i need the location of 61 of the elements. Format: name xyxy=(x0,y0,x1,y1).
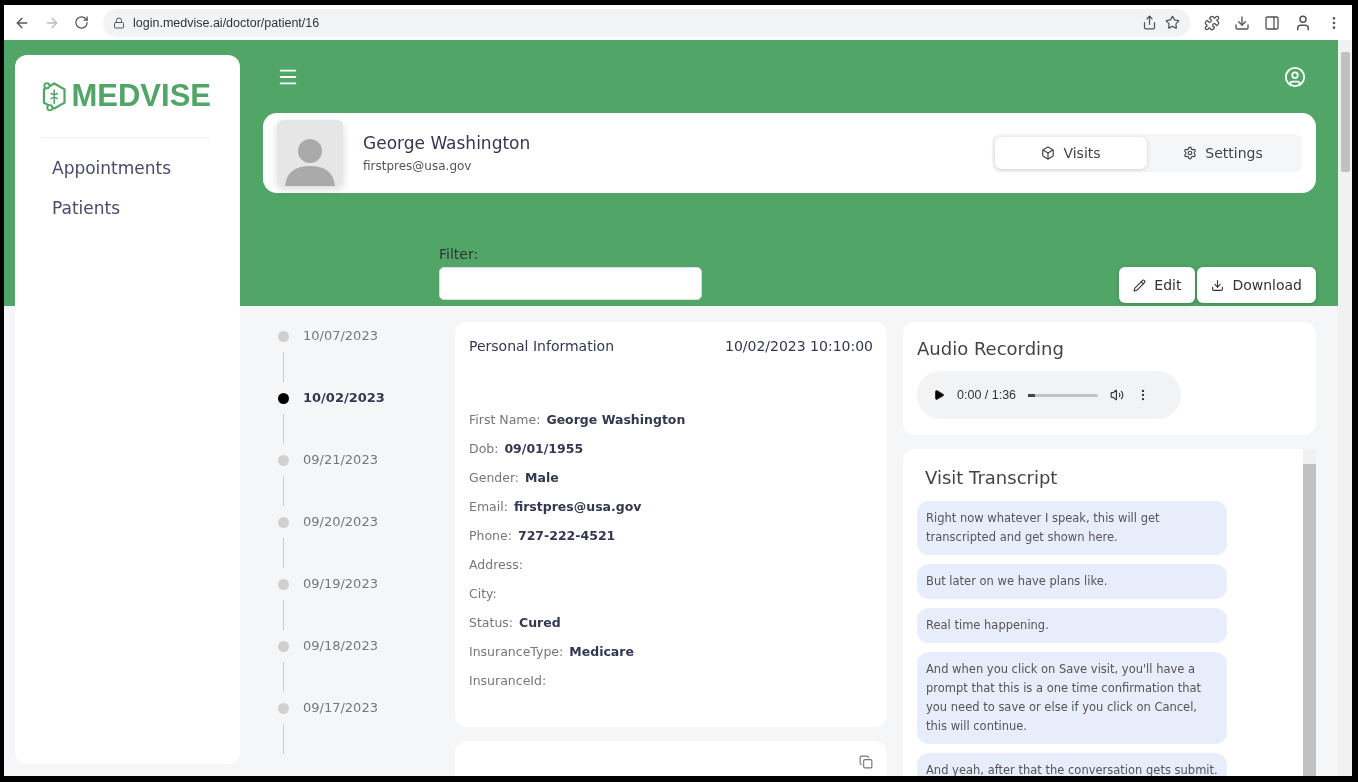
gear-icon xyxy=(1183,146,1198,160)
logo-text: MEDVISE xyxy=(71,78,211,114)
visit-timestamp: 10/02/2023 10:10:00 xyxy=(724,338,873,354)
info-field: City: xyxy=(469,586,873,604)
edit-button[interactable]: Edit xyxy=(1119,267,1196,303)
download-icon[interactable] xyxy=(1234,14,1250,31)
puzzle-icon[interactable] xyxy=(1204,14,1220,31)
reload-icon[interactable] xyxy=(74,15,89,30)
seek-track[interactable] xyxy=(1028,393,1099,397)
volume-icon[interactable] xyxy=(1110,388,1125,402)
info-field: Dob: 09/01/1955 xyxy=(469,441,873,459)
timeline-date[interactable]: 10/07/2023 xyxy=(303,328,378,343)
tab[interactable]: Settings xyxy=(1147,137,1299,169)
account-icon[interactable] xyxy=(1284,65,1306,88)
info-field: Phone: 727-222-4521 xyxy=(469,528,873,546)
pencil-icon xyxy=(1133,278,1147,292)
card-title: Visit Transcript xyxy=(925,467,1059,488)
transcript-message: But later on we have plans like. xyxy=(917,564,1227,599)
filter-label: Filter: xyxy=(439,246,480,262)
audio-player[interactable]: 0:00 / 1:36 xyxy=(917,371,1181,419)
timeline-date[interactable]: 10/02/2023 xyxy=(303,390,385,405)
url-text: login.medvise.ai/doctor/patient/16 xyxy=(133,15,320,30)
scrollbar-thumb[interactable] xyxy=(1340,52,1350,172)
tab[interactable]: Visits xyxy=(995,137,1147,169)
timeline-date[interactable]: 09/17/2023 xyxy=(303,700,378,715)
share-icon[interactable] xyxy=(1142,15,1157,30)
nav-link[interactable]: Appointments xyxy=(52,158,240,178)
avatar-placeholder xyxy=(277,120,343,186)
info-field: Email: firstpres@usa.gov xyxy=(469,499,873,517)
card-title: Audio Recording xyxy=(917,338,1065,359)
timeline-date[interactable]: 09/21/2023 xyxy=(303,452,378,467)
info-field: InsuranceType: Medicare xyxy=(469,644,873,662)
info-field: Address: xyxy=(469,557,873,575)
timeline-date[interactable]: 09/20/2023 xyxy=(303,514,378,529)
audio-time: 0:00 / 1:36 xyxy=(957,388,1017,402)
scrollbar-thumb[interactable] xyxy=(1303,464,1316,776)
info-field: Gender: Male xyxy=(469,470,873,488)
nav-link[interactable]: Patients xyxy=(52,198,240,218)
lock-icon xyxy=(113,16,125,29)
timeline-date[interactable]: 09/18/2023 xyxy=(303,638,378,653)
transcript-message: And when you click on Save visit, you'll have a prompt that this is a one time confirmation that you need to save or else if you click on Cancel, this will continue. xyxy=(917,652,1227,744)
address-bar[interactable]: login.medvise.ai/doctor/patient/16 xyxy=(103,8,1190,37)
cube-icon xyxy=(1041,146,1056,160)
filter-field[interactable] xyxy=(439,267,702,300)
download-icon xyxy=(1211,278,1225,292)
transcript-message: Right now whatever I speak, this will get transcripted and get shown here. xyxy=(917,501,1227,555)
side-panel-icon[interactable] xyxy=(1264,14,1280,31)
play-icon[interactable] xyxy=(933,389,945,401)
patient-name: George Washington xyxy=(363,133,531,153)
profile-icon[interactable] xyxy=(1294,13,1312,32)
timeline-date[interactable]: 09/19/2023 xyxy=(303,576,378,591)
patient-email: firstpres@usa.gov xyxy=(363,159,473,173)
star-icon[interactable] xyxy=(1165,15,1180,30)
transcript-message: Real time happening. xyxy=(917,608,1227,643)
info-field: InsuranceId: xyxy=(469,673,873,691)
card-title: Personal Information xyxy=(469,338,614,354)
info-field: Status: Cured xyxy=(469,615,873,633)
download-button[interactable]: Download xyxy=(1197,267,1316,303)
transcript-message: And yeah, after that the conversation gets submit. xyxy=(917,753,1227,776)
info-field: First Name: George Washington xyxy=(469,412,873,430)
copy-icon[interactable] xyxy=(859,755,873,769)
